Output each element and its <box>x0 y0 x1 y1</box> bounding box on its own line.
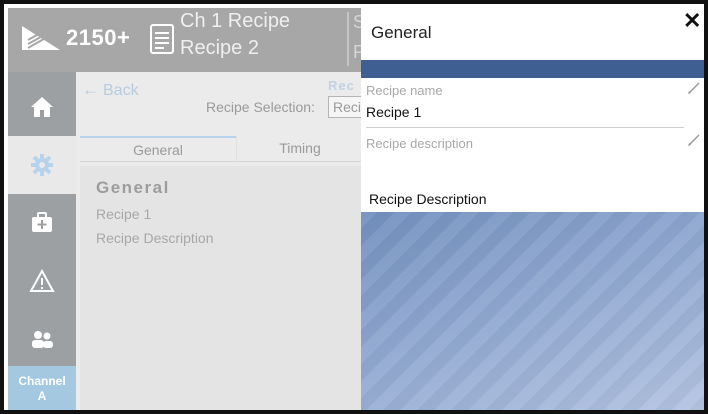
panel-recipe-name: Recipe 1 <box>96 206 152 222</box>
nav-maintenance[interactable] <box>8 194 76 252</box>
recipe-selection-dropdown[interactable]: Reci <box>328 96 361 118</box>
gear-icon <box>31 154 53 176</box>
panel-title: General <box>96 178 170 197</box>
medical-kit-icon <box>32 212 52 232</box>
top-bar: 2150+ Ch 1 Recipe Recipe 2 S F <box>8 8 361 72</box>
channel-letter: A <box>37 389 47 403</box>
background-app: 2150+ Ch 1 Recipe Recipe 2 S F <box>8 8 361 410</box>
channel-recipe-name: Recipe 2 <box>180 37 259 59</box>
side-nav: Channel A <box>8 72 76 410</box>
home-icon <box>31 97 53 117</box>
main-content: ← Back Rec Recipe Selection: Reci General… <box>76 72 361 410</box>
back-arrow-icon: ← <box>82 80 99 99</box>
general-edit-overlay: General ✕ Recipe name Recipe 1 Recipe de… <box>361 8 704 410</box>
tab-general[interactable]: General <box>80 136 236 162</box>
pencil-icon[interactable] <box>688 134 700 146</box>
recipe-heading-fragment: Rec <box>328 78 355 93</box>
nav-alarms[interactable] <box>8 252 76 310</box>
recipe-name-underline <box>366 127 684 128</box>
overlay-header: General ✕ <box>361 8 704 60</box>
general-panel: General Recipe 1 Recipe Description <box>80 166 361 410</box>
topbar-status-line2: F <box>353 42 361 63</box>
document-icon <box>150 24 174 54</box>
nav-home[interactable] <box>8 78 76 136</box>
nav-settings[interactable] <box>8 136 76 194</box>
recipe-selection-label: Recipe Selection: <box>206 99 315 115</box>
topbar-status-line1: S <box>353 12 361 33</box>
recipe-description-field[interactable]: Recipe description Recipe Description <box>361 130 704 212</box>
back-button[interactable]: ← Back <box>82 80 139 100</box>
screen-frame: 2150+ Ch 1 Recipe Recipe 2 S F <box>0 0 708 414</box>
users-icon <box>32 331 53 348</box>
channel-label: Channel <box>18 374 66 388</box>
recipe-name-field[interactable]: Recipe name Recipe 1 <box>361 78 704 130</box>
panel-recipe-description: Recipe Description <box>96 230 214 246</box>
tab-timing[interactable]: Timing <box>236 136 361 162</box>
nav-users[interactable] <box>8 310 76 368</box>
topbar-divider <box>347 12 349 66</box>
tab-bar: General Timing <box>80 136 361 162</box>
close-icon[interactable]: ✕ <box>683 10 701 32</box>
recipe-description-label: Recipe description <box>366 136 473 151</box>
warning-icon <box>29 268 55 292</box>
channel-selector[interactable]: Channel A <box>8 366 76 410</box>
logo-icon <box>22 26 60 50</box>
channel-recipe-title: Ch 1 Recipe <box>180 10 291 32</box>
recipe-name-label: Recipe name <box>366 83 443 98</box>
pencil-icon[interactable] <box>688 82 700 94</box>
overlay-header-band <box>361 60 704 78</box>
device-model: 2150+ <box>66 25 131 50</box>
recipe-description-value[interactable]: Recipe Description <box>369 191 487 207</box>
recipe-name-value[interactable]: Recipe 1 <box>366 104 421 120</box>
back-label: Back <box>103 82 139 99</box>
overlay-title: General <box>371 23 432 42</box>
